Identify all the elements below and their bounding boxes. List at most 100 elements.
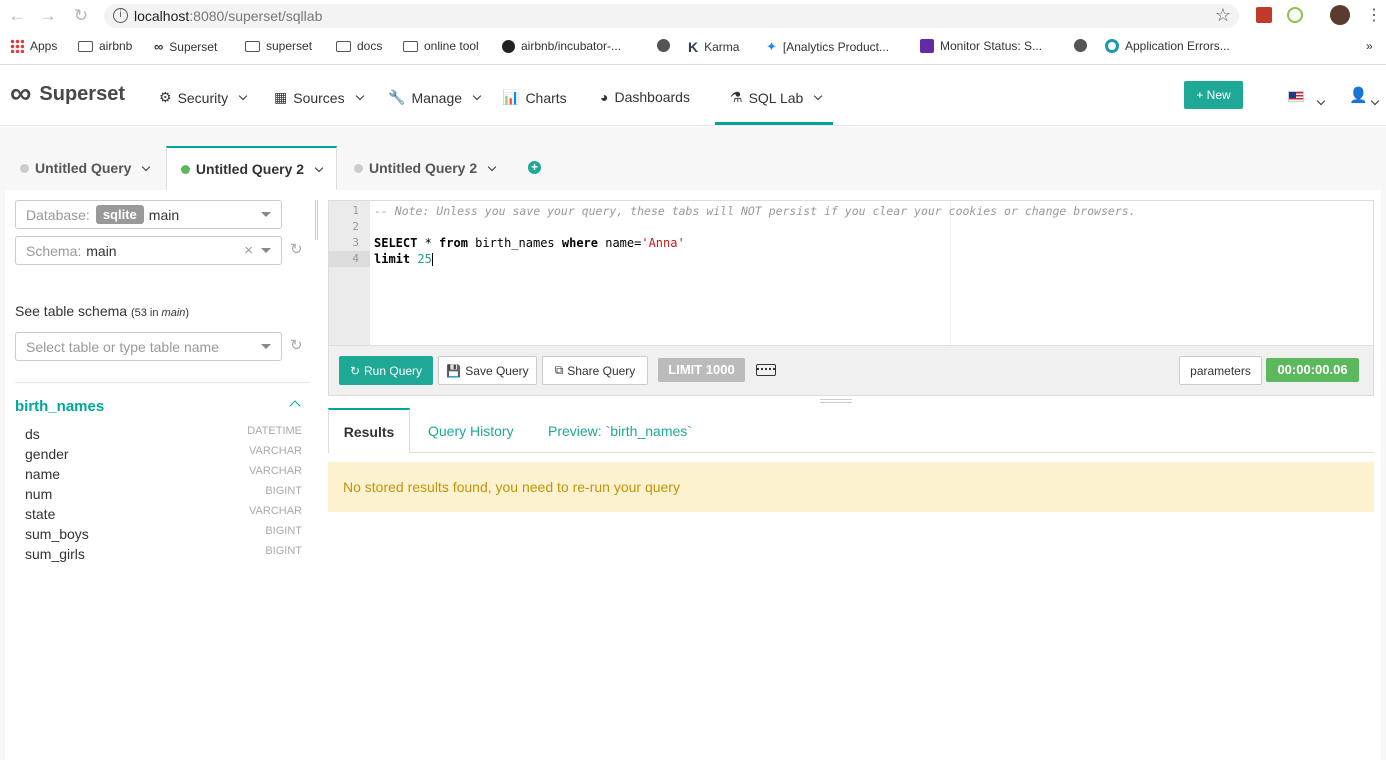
- bookmark-label: superset: [266, 39, 313, 53]
- chevron-down-icon: [1316, 96, 1326, 106]
- bookmark-docs[interactable]: docs: [336, 39, 382, 53]
- chevron-down-icon: [355, 91, 364, 101]
- github-icon: [502, 39, 515, 53]
- bookmark-airbnb[interactable]: airbnb: [78, 39, 132, 53]
- cogs-icon: ⚙: [159, 89, 172, 105]
- folder-icon: [78, 40, 93, 52]
- refresh-schemas-icon[interactable]: ↻: [290, 242, 304, 257]
- bookmark-app-errors[interactable]: Application Errors...: [1105, 39, 1230, 53]
- back-arrow-icon[interactable]: ←: [6, 5, 28, 27]
- column-type: VARCHAR: [249, 505, 302, 517]
- parameters-button[interactable]: parameters: [1179, 356, 1262, 385]
- address-bar[interactable]: i localhost:8080/superset/sqllab ☆: [104, 4, 1239, 28]
- table-select[interactable]: Select table or type table name: [15, 332, 282, 361]
- nav-manage[interactable]: 🔧 Manage: [388, 89, 482, 106]
- clear-icon[interactable]: ×: [244, 242, 253, 259]
- save-query-button[interactable]: 💾 Save Query: [438, 356, 537, 385]
- button-label: parameters: [1190, 363, 1251, 378]
- forward-arrow-icon[interactable]: →: [37, 5, 59, 27]
- browser-menu-icon[interactable]: ⋮: [1366, 5, 1382, 25]
- refresh-tables-icon[interactable]: ↻: [290, 338, 304, 353]
- sql-string: 'Anna': [641, 236, 685, 250]
- query-tab-1[interactable]: Untitled Query: [6, 146, 164, 190]
- nav-label: Sources: [293, 89, 345, 106]
- tab-preview[interactable]: Preview: `birth_names`: [533, 408, 707, 453]
- schema-value: main: [86, 242, 117, 259]
- bookmark-analytics[interactable]: ✦ [Analytics Product...: [766, 39, 889, 55]
- keyboard-icon[interactable]: [756, 364, 776, 376]
- schema-select[interactable]: Schema: main ×: [15, 236, 282, 265]
- limit-dropdown[interactable]: LIMIT 1000: [658, 358, 745, 382]
- nav-label: Charts: [525, 89, 567, 106]
- bookmarks-bar: Apps airbnb ∞ Superset superset docs onli…: [0, 36, 1386, 58]
- query-tab-3[interactable]: Untitled Query 2: [340, 146, 512, 190]
- profile-avatar[interactable]: [1330, 5, 1350, 25]
- reload-icon[interactable]: ↻: [70, 5, 92, 27]
- info-icon[interactable]: i: [113, 8, 128, 23]
- sql-editor[interactable]: 1 2 3 4 -- Note: Unless you save your qu…: [328, 200, 1374, 346]
- split-drag-handle[interactable]: [820, 399, 852, 403]
- flask-icon: ⚗: [730, 89, 743, 105]
- share-query-button[interactable]: ⧉ Share Query: [542, 356, 648, 385]
- tab-query-history[interactable]: Query History: [413, 408, 529, 453]
- bookmark-monitor[interactable]: Monitor Status: S...: [920, 39, 1042, 53]
- nav-dashboards[interactable]: ◕ Dashboards: [600, 89, 690, 105]
- chevron-down-icon: [487, 162, 497, 171]
- count-prefix: (53 in: [130, 307, 162, 319]
- nav-sql-lab[interactable]: ⚗ SQL Lab: [730, 89, 823, 106]
- tab-label: Preview: `birth_names`: [548, 422, 692, 439]
- refresh-icon: ↻: [349, 363, 361, 378]
- dropdown-arrow-icon: [261, 344, 271, 349]
- bookmark-globe[interactable]: [657, 39, 670, 52]
- column-type: BIGINT: [265, 545, 302, 557]
- chevron-down-icon: [142, 162, 151, 171]
- nav-label: Security: [177, 89, 229, 106]
- language-menu[interactable]: [1312, 92, 1326, 107]
- bookmark-star-icon[interactable]: ☆: [1215, 5, 1231, 26]
- bookmark-online-tool[interactable]: online tool: [403, 39, 479, 53]
- extension-icon[interactable]: [1256, 7, 1272, 23]
- bookmarks-overflow[interactable]: »: [1366, 39, 1373, 53]
- table-name-title[interactable]: birth_names: [15, 398, 104, 415]
- button-label: Save Query: [465, 363, 529, 378]
- nav-charts[interactable]: 📊 Charts: [502, 89, 567, 106]
- bookmark-superset-link[interactable]: ∞ Superset: [154, 39, 217, 54]
- tab-results[interactable]: Results: [328, 408, 410, 453]
- user-menu[interactable]: [1366, 92, 1380, 107]
- us-flag-icon[interactable]: [1288, 91, 1304, 102]
- bookmark-github[interactable]: airbnb/incubator-...: [502, 39, 621, 53]
- query-tab-2[interactable]: Untitled Query 2: [166, 146, 337, 190]
- database-label: Database:: [26, 206, 90, 223]
- bookmark-karma[interactable]: K Karma: [688, 39, 739, 55]
- superset-logo-icon: ∞: [10, 77, 32, 110]
- run-query-button[interactable]: ↻ Run Query: [339, 356, 433, 385]
- column-name: ds: [25, 426, 40, 442]
- column-type: DATETIME: [247, 425, 302, 437]
- text-cursor: [431, 253, 433, 266]
- nav-sources[interactable]: ▦ Sources: [274, 89, 364, 106]
- sql-keyword: from: [439, 236, 468, 250]
- panel-resize-handle[interactable]: [315, 200, 318, 240]
- bookmark-superset-folder[interactable]: superset: [245, 39, 312, 53]
- karma-icon: K: [688, 39, 699, 55]
- chevron-down-icon: [472, 91, 482, 101]
- add-tab-icon[interactable]: +: [528, 161, 541, 174]
- user-icon[interactable]: 👤: [1349, 86, 1368, 104]
- status-dot: [181, 164, 190, 174]
- column-type: BIGINT: [265, 485, 302, 497]
- editor-toolbar: ↻ Run Query 💾 Save Query ⧉ Share Query LIMI…: [328, 346, 1374, 396]
- bookmark-label: Superset: [169, 39, 218, 54]
- bookmark-label: docs: [357, 39, 383, 53]
- nav-security[interactable]: ⚙ Security: [159, 89, 248, 106]
- line-number: 3: [352, 236, 359, 249]
- bookmark-label: online tool: [424, 39, 479, 53]
- new-button[interactable]: + New: [1184, 81, 1243, 109]
- extension-ring-icon[interactable]: [1287, 7, 1303, 23]
- database-select[interactable]: Database: sqlite main: [15, 200, 282, 229]
- bookmark-label: Application Errors...: [1125, 39, 1230, 53]
- bookmark-globe-2[interactable]: [1074, 39, 1087, 52]
- copy-icon: ⧉: [554, 363, 564, 377]
- bookmark-apps[interactable]: Apps: [10, 39, 57, 53]
- brand[interactable]: ∞ Superset: [10, 77, 125, 110]
- heading-text: See table schema: [15, 303, 128, 319]
